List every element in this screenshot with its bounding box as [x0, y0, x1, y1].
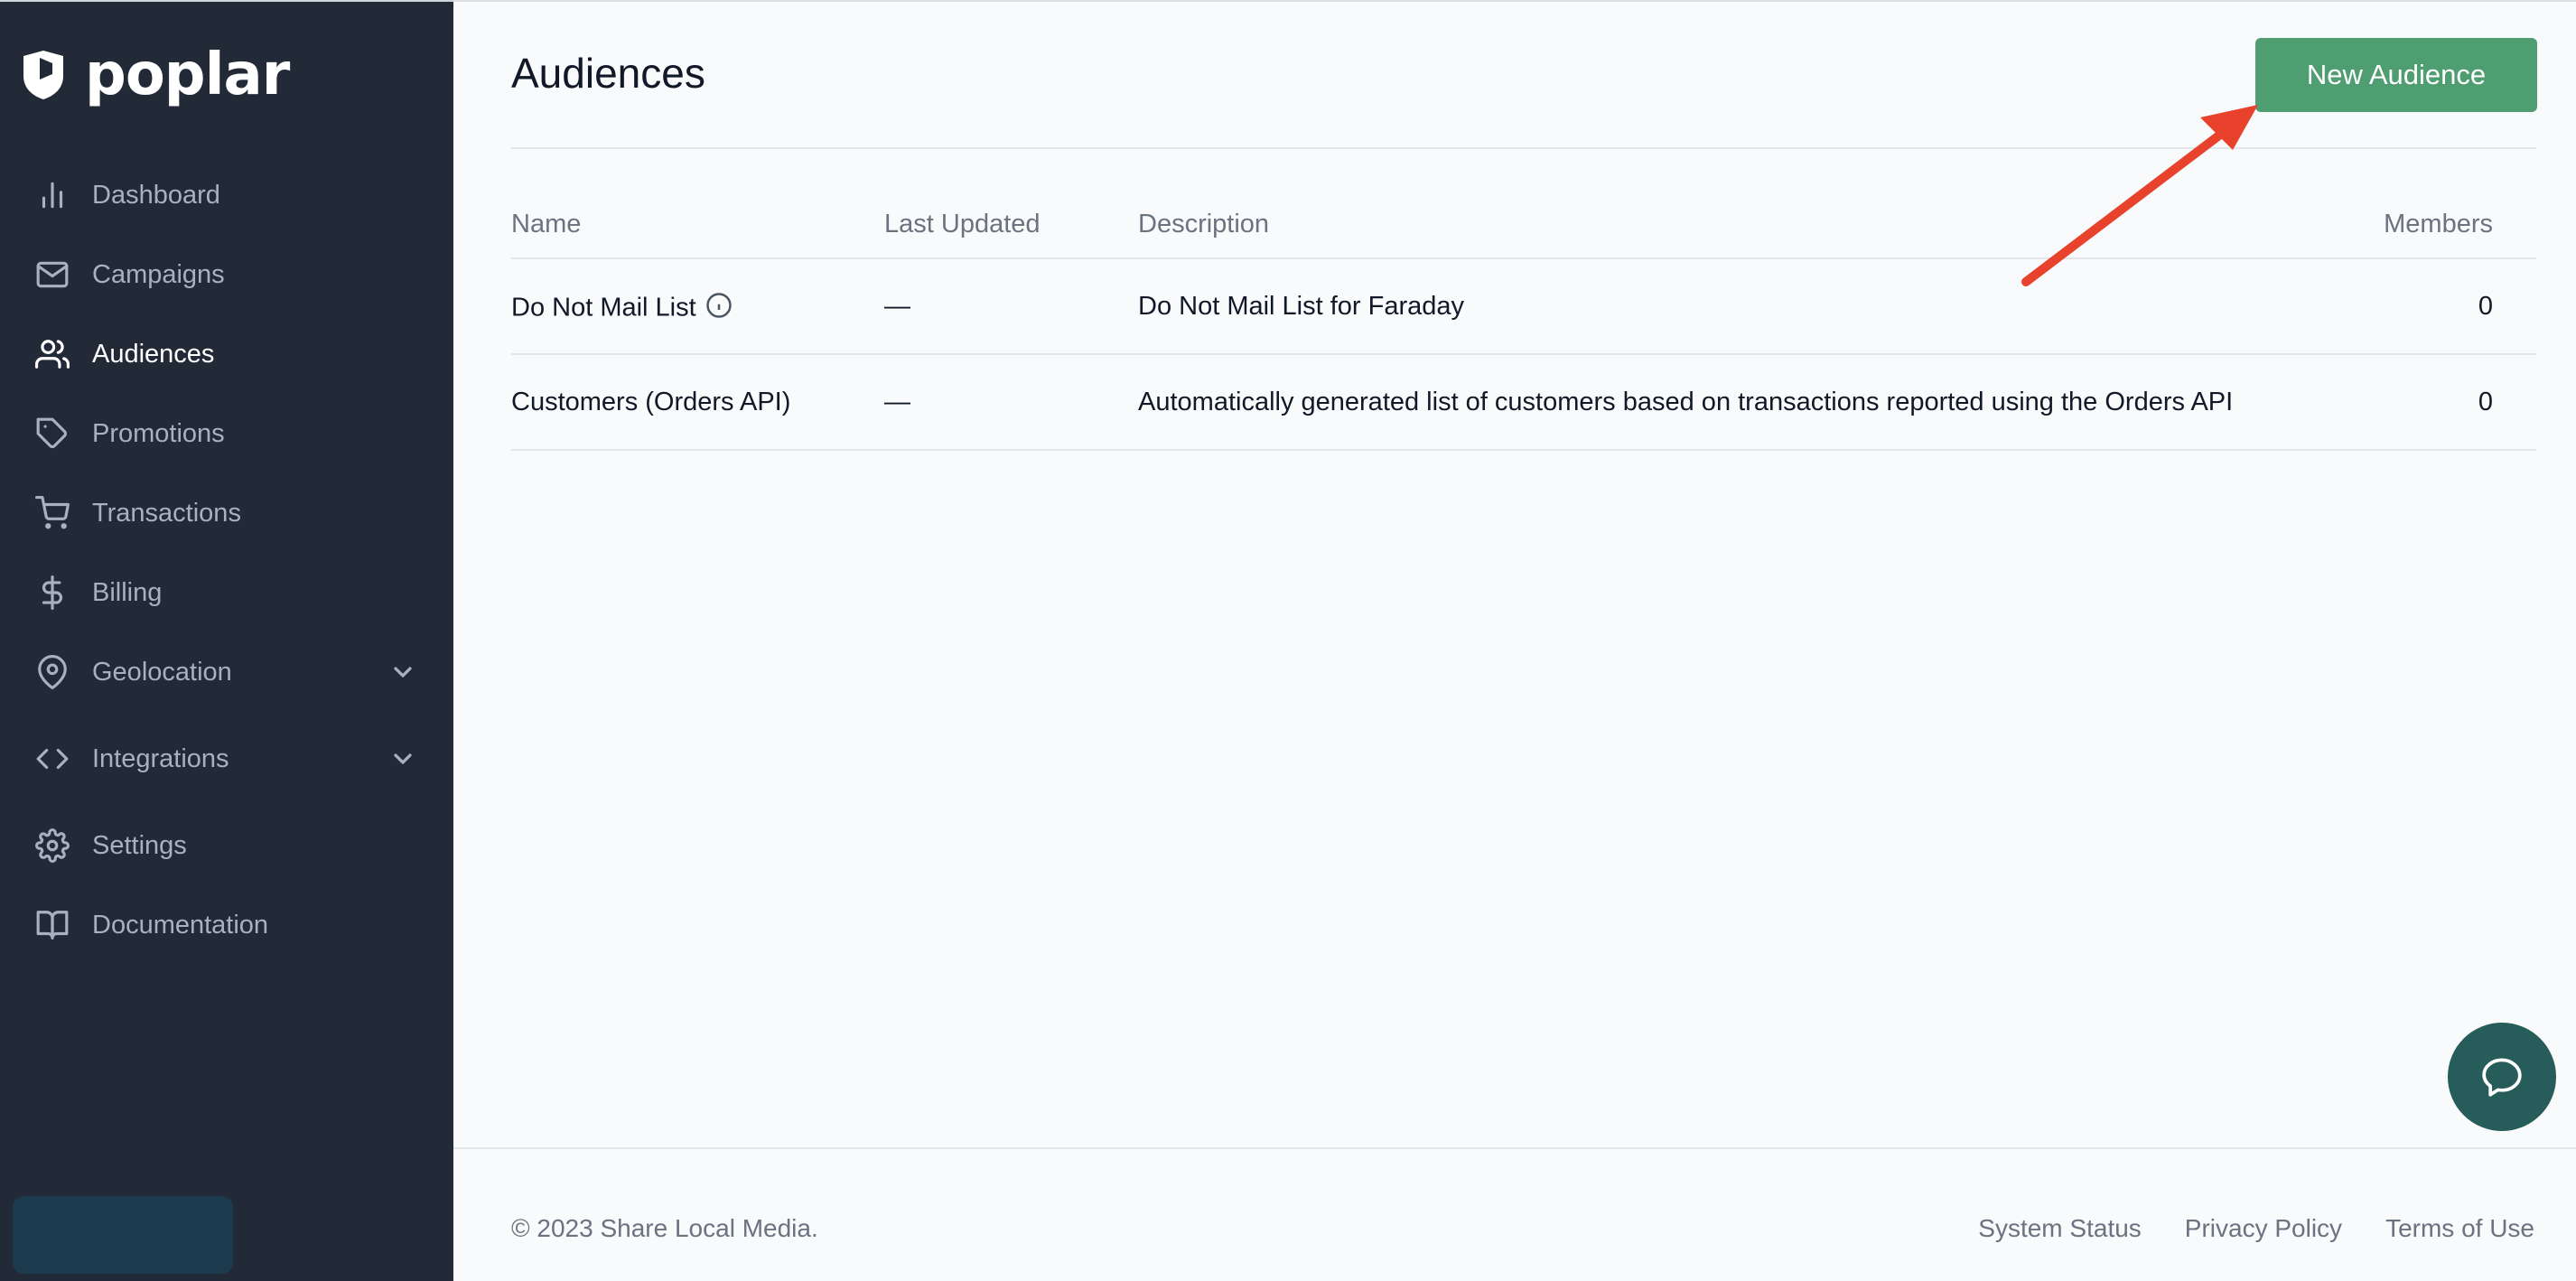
map-pin-icon [34, 654, 70, 690]
sidebar-item-billing[interactable]: Billing [34, 566, 417, 620]
footer-links: System Status Privacy Policy Terms of Us… [1978, 1214, 2534, 1243]
main-content: Audiences New Audience Name Last Updated… [453, 0, 2576, 1281]
sidebar-item-integrations[interactable]: Integrations [34, 732, 417, 786]
footer-divider [453, 1147, 2576, 1149]
account-switcher[interactable] [13, 1196, 233, 1274]
members-count: 0 [2478, 388, 2493, 416]
column-header-last-updated[interactable]: Last Updated [884, 210, 1041, 239]
gear-icon [34, 828, 70, 864]
system-status-link[interactable]: System Status [1978, 1214, 2142, 1243]
description: Automatically generated list of customer… [1138, 388, 2234, 416]
new-audience-button[interactable]: New Audience [2255, 38, 2537, 112]
column-header-members[interactable]: Members [2384, 210, 2493, 239]
last-updated: — [884, 388, 910, 416]
members-count: 0 [2478, 292, 2493, 321]
chevron-down-icon[interactable] [388, 744, 417, 773]
bar-chart-icon [34, 177, 70, 213]
sidebar-item-label: Integrations [92, 743, 229, 773]
sidebar-item-label: Promotions [92, 418, 225, 448]
sidebar-item-label: Settings [92, 830, 187, 860]
table-row[interactable]: Do Not Mail List — Do Not Mail List for … [511, 259, 2536, 353]
sidebar-item-label: Audiences [92, 339, 215, 369]
divider [511, 147, 2536, 149]
divider [511, 449, 2536, 451]
poplar-logo[interactable]: poplar [20, 42, 290, 108]
sidebar-item-label: Documentation [92, 910, 269, 940]
sidebar-item-label: Transactions [92, 498, 241, 528]
audience-name[interactable]: Customers (Orders API) [511, 388, 790, 417]
brand-name: poplar [85, 42, 290, 108]
sidebar-item-dashboard[interactable]: Dashboard [34, 168, 417, 222]
audience-name[interactable]: Do Not Mail List [511, 292, 733, 326]
sidebar-item-label: Campaigns [92, 259, 225, 289]
chat-bubble-icon [2482, 1058, 2522, 1097]
code-icon [34, 741, 70, 777]
sidebar-item-audiences[interactable]: Audiences [34, 327, 417, 381]
poplar-logo-icon [23, 51, 63, 99]
sidebar-item-settings[interactable]: Settings [34, 818, 417, 873]
sidebar: poplar Dashboard Campaigns Audiences Pro… [0, 0, 453, 1281]
chevron-down-icon[interactable] [388, 658, 417, 687]
info-icon[interactable] [705, 292, 733, 326]
chat-launcher-button[interactable] [2448, 1023, 2556, 1131]
privacy-policy-link[interactable]: Privacy Policy [2185, 1214, 2342, 1243]
footer-copyright: © 2023 Share Local Media. [511, 1214, 818, 1242]
column-header-description[interactable]: Description [1138, 210, 1269, 239]
sidebar-item-documentation[interactable]: Documentation [34, 898, 417, 952]
sidebar-item-promotions[interactable]: Promotions [34, 407, 417, 461]
last-updated: — [884, 292, 910, 321]
mail-icon [34, 257, 70, 293]
sidebar-item-label: Geolocation [92, 657, 232, 687]
dollar-icon [34, 575, 70, 611]
sidebar-item-label: Billing [92, 577, 163, 607]
column-header-name[interactable]: Name [511, 210, 581, 239]
sidebar-item-geolocation[interactable]: Geolocation [34, 645, 417, 699]
tag-icon [34, 416, 70, 452]
book-icon [34, 907, 70, 943]
page-title: Audiences [511, 50, 705, 97]
terms-of-use-link[interactable]: Terms of Use [2385, 1214, 2534, 1243]
users-icon [34, 336, 70, 372]
cart-icon [34, 495, 70, 531]
description: Do Not Mail List for Faraday [1138, 292, 1465, 321]
sidebar-item-label: Dashboard [92, 180, 220, 210]
sidebar-item-campaigns[interactable]: Campaigns [34, 248, 417, 302]
table-row[interactable]: Customers (Orders API) — Automatically g… [511, 355, 2536, 449]
sidebar-item-transactions[interactable]: Transactions [34, 486, 417, 540]
